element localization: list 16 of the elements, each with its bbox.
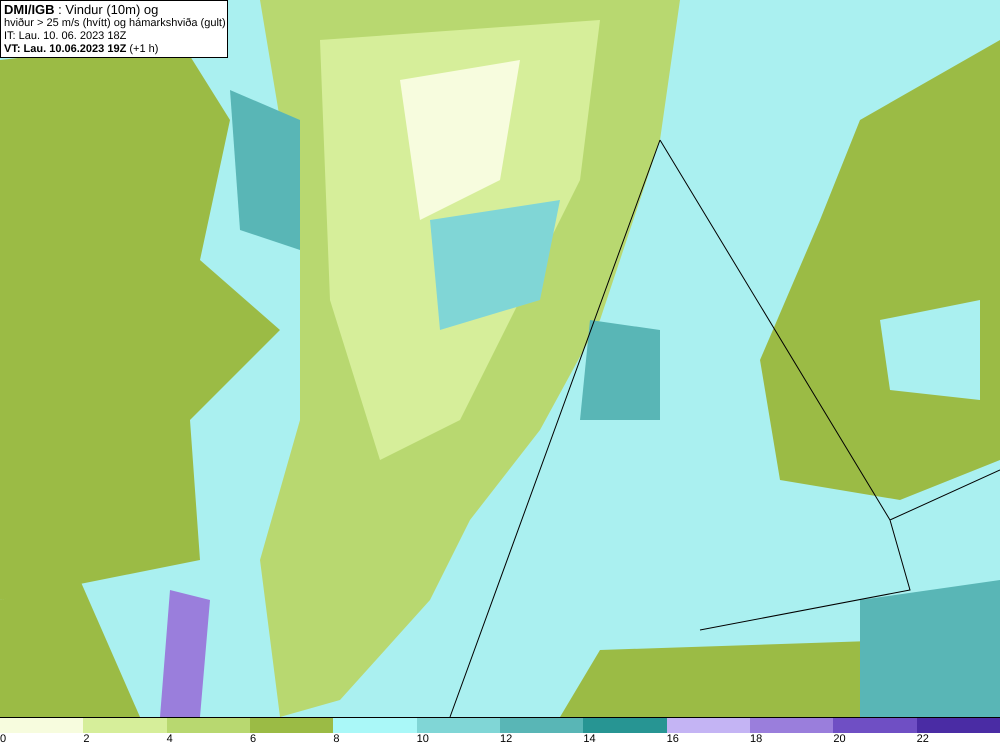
title-line: DMI/IGB : Vindur (10m) og	[4, 2, 160, 17]
tick-label: 4	[166, 733, 173, 746]
tick-label: 16	[666, 733, 679, 746]
title-line: VT: Lau. 10.06.2023 19Z (+1 h)	[4, 43, 160, 56]
tick-label: 6	[250, 733, 256, 746]
tick-label: 10	[416, 733, 429, 746]
tick-label: 12	[500, 733, 512, 746]
tick-label: 22	[916, 733, 929, 746]
tick-label: 18	[750, 733, 762, 746]
title-line: hviður > 25 m/s (hvítt) og hámarkshviða (gult)	[4, 17, 224, 30]
tick-label: 14	[583, 733, 596, 746]
tick-label: 2	[83, 733, 90, 746]
tick-label: 8	[333, 733, 340, 746]
title-line: IT: Lau. 10. 06. 2023 18Z	[4, 30, 128, 43]
tick-label: 0	[0, 733, 6, 746]
tick-label: 20	[833, 733, 846, 746]
